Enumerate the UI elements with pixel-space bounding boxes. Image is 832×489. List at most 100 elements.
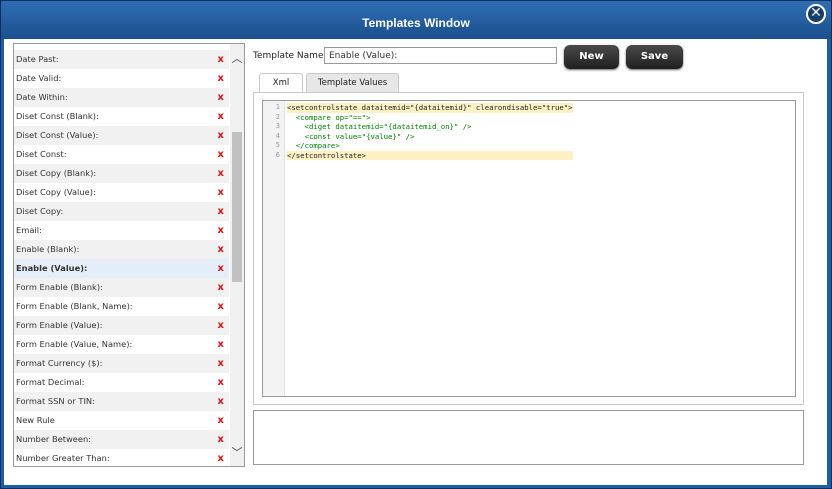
new-button[interactable]: New: [564, 45, 619, 69]
chevron-down-icon[interactable]: ﹀: [230, 446, 244, 460]
list-item-label: Enable (Blank):: [16, 244, 80, 254]
list-item[interactable]: Form Enable (Value): x: [14, 316, 229, 335]
title-bar: Templates Window ✕: [1, 1, 831, 39]
code-line: <setcontrolstate dataitemid="{dataitemid…: [287, 103, 573, 113]
list-item[interactable]: Email: x: [14, 221, 229, 240]
line-number: 2: [275, 112, 280, 121]
list-item-label: Form Enable (Value):: [16, 320, 103, 330]
delete-icon[interactable]: x: [218, 69, 224, 88]
xml-tab-panel: 1 2 3 4 5 6 <setcontrolstate dataitemid=…: [253, 92, 804, 405]
window-title: Templates Window: [362, 16, 470, 30]
list-item[interactable]: Form Enable (Value, Name): x: [14, 335, 229, 354]
delete-icon[interactable]: x: [218, 50, 224, 69]
list-item[interactable]: Format Currency ($): x: [14, 354, 229, 373]
xml-code-editor[interactable]: 1 2 3 4 5 6 <setcontrolstate dataitemid=…: [262, 100, 796, 397]
delete-icon[interactable]: x: [218, 354, 224, 373]
code-line: <diget dataitemid="{dataitemid_on}" />: [287, 122, 472, 131]
list-item-label: Date Within:: [16, 92, 68, 102]
save-button[interactable]: Save: [626, 45, 683, 69]
list-item-label: Date Valid:: [16, 73, 62, 83]
list-scrollbar[interactable]: ︿ ﹀: [230, 44, 244, 466]
line-number: 5: [275, 141, 280, 149]
template-name-input[interactable]: [324, 47, 557, 64]
delete-icon[interactable]: x: [218, 278, 224, 297]
list-item-label: Diset Const:: [16, 149, 67, 159]
list-item[interactable]: Form Enable (Blank): x: [14, 278, 229, 297]
list-item[interactable]: Diset Copy: x: [14, 202, 229, 221]
list-item[interactable]: Diset Const (Value): x: [14, 126, 229, 145]
list-item-label: Form Enable (Value, Name):: [16, 339, 133, 349]
delete-icon[interactable]: x: [218, 449, 224, 466]
list-item[interactable]: Diset Copy (Blank): x: [14, 164, 229, 183]
list-item[interactable]: New Rule x: [14, 411, 229, 430]
list-item-label: Diset Copy:: [16, 206, 64, 216]
code-lines: <setcontrolstate dataitemid="{dataitemid…: [287, 103, 573, 160]
template-list-rows: Date Past: x Date Valid: x Date Within: x Dise…: [14, 50, 229, 466]
delete-icon[interactable]: x: [218, 392, 224, 411]
list-item-label: Format SSN or TIN:: [16, 396, 95, 406]
delete-icon[interactable]: x: [218, 164, 224, 183]
delete-icon[interactable]: x: [218, 297, 224, 316]
list-item[interactable]: Enable (Blank): x: [14, 240, 229, 259]
scroll-thumb[interactable]: [232, 132, 242, 282]
list-item[interactable]: Enable (Value): x: [14, 259, 229, 278]
code-line: <const value="{value}" />: [287, 131, 415, 141]
delete-icon[interactable]: x: [218, 221, 224, 240]
chevron-up-icon[interactable]: ︿: [230, 52, 244, 66]
code-line: <compare op="==">: [287, 112, 371, 122]
line-number: 6: [275, 150, 280, 159]
list-item-label: Format Decimal:: [16, 377, 85, 387]
template-values-box[interactable]: [253, 410, 804, 465]
delete-icon[interactable]: x: [218, 316, 224, 335]
list-item-label: Diset Copy (Value):: [16, 187, 96, 197]
delete-icon[interactable]: x: [218, 411, 224, 430]
delete-icon[interactable]: x: [218, 259, 224, 278]
list-item-label: Format Currency ($):: [16, 358, 103, 368]
template-list[interactable]: Date Past: x Date Valid: x Date Within: x Dise…: [13, 43, 245, 467]
list-item-label: Enable (Value):: [16, 263, 88, 273]
code-line: </setcontrolstate>: [287, 150, 573, 160]
list-item-label: Number Between:: [16, 434, 92, 444]
line-number-gutter: 1 2 3 4 5 6: [263, 101, 285, 396]
list-item-label: Date Past:: [16, 54, 59, 64]
list-item[interactable]: Date Past: x: [14, 50, 229, 69]
code-line: </compare>: [287, 141, 340, 150]
list-item[interactable]: Diset Copy (Value): x: [14, 183, 229, 202]
delete-icon[interactable]: x: [218, 202, 224, 221]
tab-xml[interactable]: Xml: [259, 73, 303, 93]
list-item-label: Form Enable (Blank, Name):: [16, 301, 133, 311]
list-item-label: New Rule: [16, 415, 55, 425]
template-name-label: Template Name:: [253, 51, 327, 61]
list-item[interactable]: Format SSN or TIN: x: [14, 392, 229, 411]
close-icon[interactable]: ✕: [806, 4, 826, 24]
list-item-label: Email:: [16, 225, 42, 235]
delete-icon[interactable]: x: [218, 88, 224, 107]
list-item-label: Form Enable (Blank):: [16, 282, 103, 292]
delete-icon[interactable]: x: [218, 107, 224, 126]
list-item-label: Number Greater Than:: [16, 453, 110, 463]
line-number: 3: [275, 122, 280, 130]
list-item[interactable]: Number Greater Than: x: [14, 449, 229, 466]
window-content: Date Past: x Date Valid: x Date Within: x Dise…: [4, 39, 827, 485]
list-item-label: Diset Const (Value):: [16, 130, 99, 140]
delete-icon[interactable]: x: [218, 126, 224, 145]
line-number: 4: [275, 131, 280, 140]
list-item[interactable]: Format Decimal: x: [14, 373, 229, 392]
list-item[interactable]: Form Enable (Blank, Name): x: [14, 297, 229, 316]
delete-icon[interactable]: x: [218, 240, 224, 259]
delete-icon[interactable]: x: [218, 335, 224, 354]
delete-icon[interactable]: x: [218, 183, 224, 202]
list-item[interactable]: Date Within: x: [14, 88, 229, 107]
line-number: 1: [275, 103, 280, 111]
list-item[interactable]: Date Valid: x: [14, 69, 229, 88]
tab-template-values[interactable]: Template Values: [306, 73, 399, 92]
list-item[interactable]: Number Between: x: [14, 430, 229, 449]
templates-window: Templates Window ✕ Date Past: x Date Valid…: [0, 0, 832, 489]
list-item-label: Diset Copy (Blank):: [16, 168, 97, 178]
delete-icon[interactable]: x: [218, 430, 224, 449]
delete-icon[interactable]: x: [218, 145, 224, 164]
delete-icon[interactable]: x: [218, 373, 224, 392]
list-item[interactable]: Diset Const: x: [14, 145, 229, 164]
list-item-label: Diset Const (Blank):: [16, 111, 99, 121]
list-item[interactable]: Diset Const (Blank): x: [14, 107, 229, 126]
